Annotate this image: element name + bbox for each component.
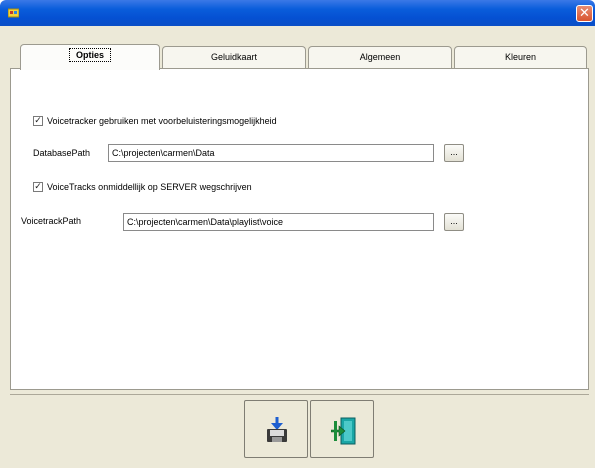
voicetrack-path-value: C:\projecten\carmen\Data\playlist\voice [127,217,284,227]
browse-button-label: ... [450,216,458,226]
tab-label: Algemeen [359,52,401,62]
tab-algemeen[interactable]: Algemeen [308,46,452,68]
close-icon: ✕ [579,6,590,21]
tab-label: Kleuren [504,52,537,62]
tab-opties[interactable]: Opties [20,44,160,70]
browse-button-label: ... [450,147,458,157]
voicetracker-checkbox-label: Voicetracker gebruiken met voorbeluister… [47,116,277,126]
tab-label: Geluidkaart [210,52,258,62]
exit-door-icon [331,417,356,445]
save-to-disk-icon [267,417,287,442]
tab-kleuren[interactable]: Kleuren [454,46,587,68]
exit-button[interactable] [310,400,374,458]
database-path-input[interactable]: C:\projecten\carmen\Data [108,144,434,162]
write-server-checkbox-label: VoiceTracks onmiddellijk op SERVER wegsc… [47,182,252,192]
options-panel: ✓ Voicetracker gebruiken met voorbeluist… [10,68,589,390]
tab-label: Opties [68,48,111,62]
settings-window: ✕ Opties Geluidkaart Algemeen Kleuren ✓ … [0,0,595,468]
app-icon [8,8,19,18]
title-bar[interactable]: ✕ [0,0,595,26]
voicetrack-path-label: VoicetrackPath [21,216,82,226]
database-path-browse-button[interactable]: ... [444,144,464,162]
voicetrack-path-input[interactable]: C:\projecten\carmen\Data\playlist\voice [123,213,434,231]
tab-geluidkaart[interactable]: Geluidkaart [162,46,306,68]
database-path-label: DatabasePath [33,148,91,158]
voicetracker-checkbox[interactable]: ✓ [33,116,43,126]
database-path-value: C:\projecten\carmen\Data [112,148,215,158]
write-server-checkbox[interactable]: ✓ [33,182,43,192]
save-button[interactable] [244,400,308,458]
voicetrack-path-browse-button[interactable]: ... [444,213,464,231]
close-button[interactable]: ✕ [576,5,593,22]
